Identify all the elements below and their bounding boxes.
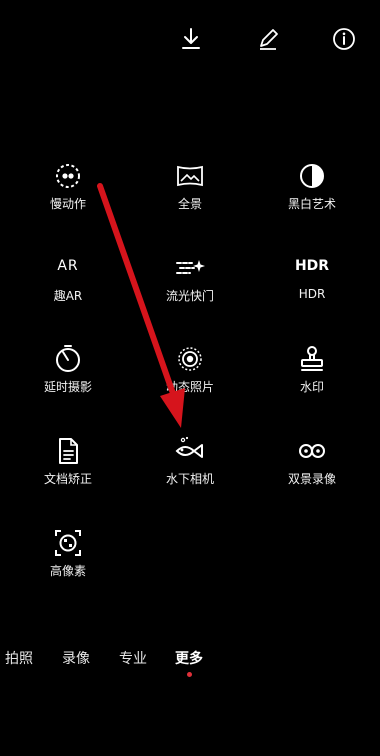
mode-light-painting[interactable]: 流光快门 <box>130 250 250 320</box>
mode-high-resolution[interactable]: 高像素 <box>8 525 128 595</box>
mode-slow-motion[interactable]: 慢动作 <box>8 158 128 228</box>
mode-label: 高像素 <box>49 564 86 578</box>
mode-monochrome[interactable]: 黑白艺术 <box>252 158 372 228</box>
mode-dual-view[interactable]: 双景录像 <box>252 433 372 503</box>
mode-label: 文档矫正 <box>43 472 92 486</box>
mode-label: 双景录像 <box>287 472 336 486</box>
mode-panorama[interactable]: 全景 <box>130 158 250 228</box>
mode-label: 趣AR <box>53 289 83 303</box>
mode-watermark[interactable]: 水印 <box>252 341 372 411</box>
hdr-icon: HDR <box>294 258 330 274</box>
document-icon <box>50 433 86 469</box>
slow-motion-icon <box>50 158 86 194</box>
tab-pro[interactable]: 专业 <box>119 648 147 668</box>
mode-label: 水印 <box>299 380 324 394</box>
panorama-icon <box>172 158 208 194</box>
mode-tabs: 拍照 录像 专业 更多 <box>0 648 380 672</box>
ar-icon: AR <box>57 258 79 274</box>
mode-moving-picture[interactable]: 动态照片 <box>130 341 250 411</box>
tab-more[interactable]: 更多 <box>175 648 203 668</box>
timelapse-icon <box>50 341 86 377</box>
monochrome-icon <box>294 158 330 194</box>
info-icon[interactable] <box>331 26 357 52</box>
mode-hdr[interactable]: HDR HDR <box>252 250 372 320</box>
mode-ar[interactable]: AR 趣AR <box>8 250 128 320</box>
light-painting-icon <box>172 250 208 286</box>
tab-video[interactable]: 录像 <box>62 648 90 668</box>
top-toolbar <box>0 0 380 80</box>
mode-document[interactable]: 文档矫正 <box>8 433 128 503</box>
mode-label: 水下相机 <box>165 472 214 486</box>
mode-label: 流光快门 <box>165 289 214 303</box>
high-resolution-icon <box>50 525 86 561</box>
mode-label: 全景 <box>177 197 202 211</box>
underwater-fish-icon <box>172 433 208 469</box>
mode-label: HDR <box>298 287 326 301</box>
mode-timelapse[interactable]: 延时摄影 <box>8 341 128 411</box>
dual-view-icon <box>294 433 330 469</box>
download-icon[interactable] <box>178 26 204 52</box>
edit-icon[interactable] <box>255 26 281 52</box>
watermark-icon <box>294 341 330 377</box>
mode-label: 动态照片 <box>165 380 214 394</box>
mode-label: 慢动作 <box>49 197 86 211</box>
active-tab-indicator <box>187 672 192 677</box>
mode-label: 延时摄影 <box>43 380 92 394</box>
mode-underwater[interactable]: 水下相机 <box>130 433 250 503</box>
mode-label: 黑白艺术 <box>287 197 336 211</box>
moving-picture-icon <box>172 341 208 377</box>
tab-photo[interactable]: 拍照 <box>5 648 33 668</box>
